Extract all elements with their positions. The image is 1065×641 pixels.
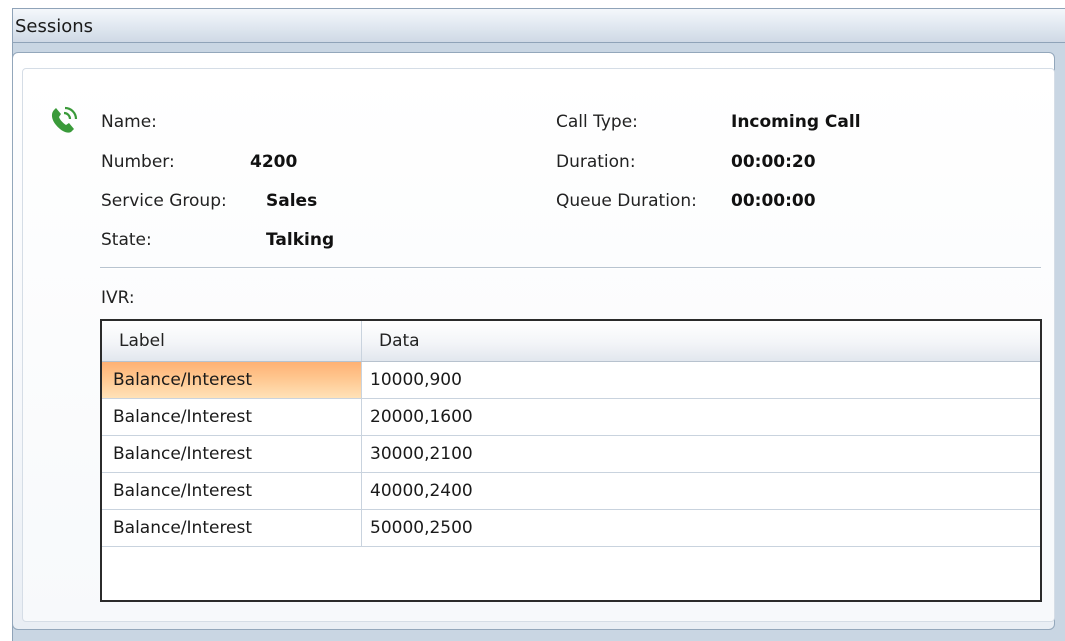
number-value: 4200: [250, 152, 298, 172]
service-group-value: Sales: [266, 191, 318, 211]
column-header-data[interactable]: Data: [362, 321, 1038, 361]
table-row[interactable]: Balance/Interest 10000,900: [102, 362, 1040, 399]
queue-duration-value: 00:00:00: [731, 191, 816, 211]
row-data-cell[interactable]: 50000,2500: [362, 510, 1038, 546]
table-row[interactable]: Balance/Interest 30000,2100: [102, 436, 1040, 473]
duration-value: 00:00:20: [731, 152, 816, 172]
row-label-cell[interactable]: Balance/Interest: [102, 473, 362, 509]
row-label-cell[interactable]: Balance/Interest: [102, 362, 362, 398]
column-header-label[interactable]: Label: [102, 321, 362, 361]
row-data-cell[interactable]: 20000,1600: [362, 399, 1038, 435]
row-label-cell[interactable]: Balance/Interest: [102, 436, 362, 472]
queue-duration-label: Queue Duration:: [556, 191, 697, 211]
ivr-label: IVR:: [101, 288, 135, 308]
panel-title-bar: Sessions: [13, 9, 1065, 43]
ivr-grid[interactable]: Label Data Balance/Interest 10000,900 Ba…: [100, 319, 1042, 602]
row-data-cell[interactable]: 40000,2400: [362, 473, 1038, 509]
row-label-cell[interactable]: Balance/Interest: [102, 399, 362, 435]
phone-call-icon: [47, 104, 81, 138]
row-label-cell[interactable]: Balance/Interest: [102, 510, 362, 546]
service-group-label: Service Group:: [101, 191, 227, 211]
panel-title: Sessions: [15, 16, 94, 37]
table-row[interactable]: Balance/Interest 20000,1600: [102, 399, 1040, 436]
duration-label: Duration:: [556, 152, 636, 172]
call-type-label: Call Type:: [556, 112, 638, 132]
table-row[interactable]: Balance/Interest 40000,2400: [102, 473, 1040, 510]
state-value: Talking: [266, 230, 335, 250]
name-label: Name:: [101, 112, 157, 132]
row-data-cell[interactable]: 10000,900: [362, 362, 1038, 398]
state-label: State:: [101, 230, 152, 250]
divider: [100, 267, 1041, 269]
grid-header: Label Data: [102, 321, 1040, 362]
number-label: Number:: [101, 152, 175, 172]
row-data-cell[interactable]: 30000,2100: [362, 436, 1038, 472]
table-row[interactable]: Balance/Interest 50000,2500: [102, 510, 1040, 547]
call-type-value: Incoming Call: [731, 112, 861, 132]
